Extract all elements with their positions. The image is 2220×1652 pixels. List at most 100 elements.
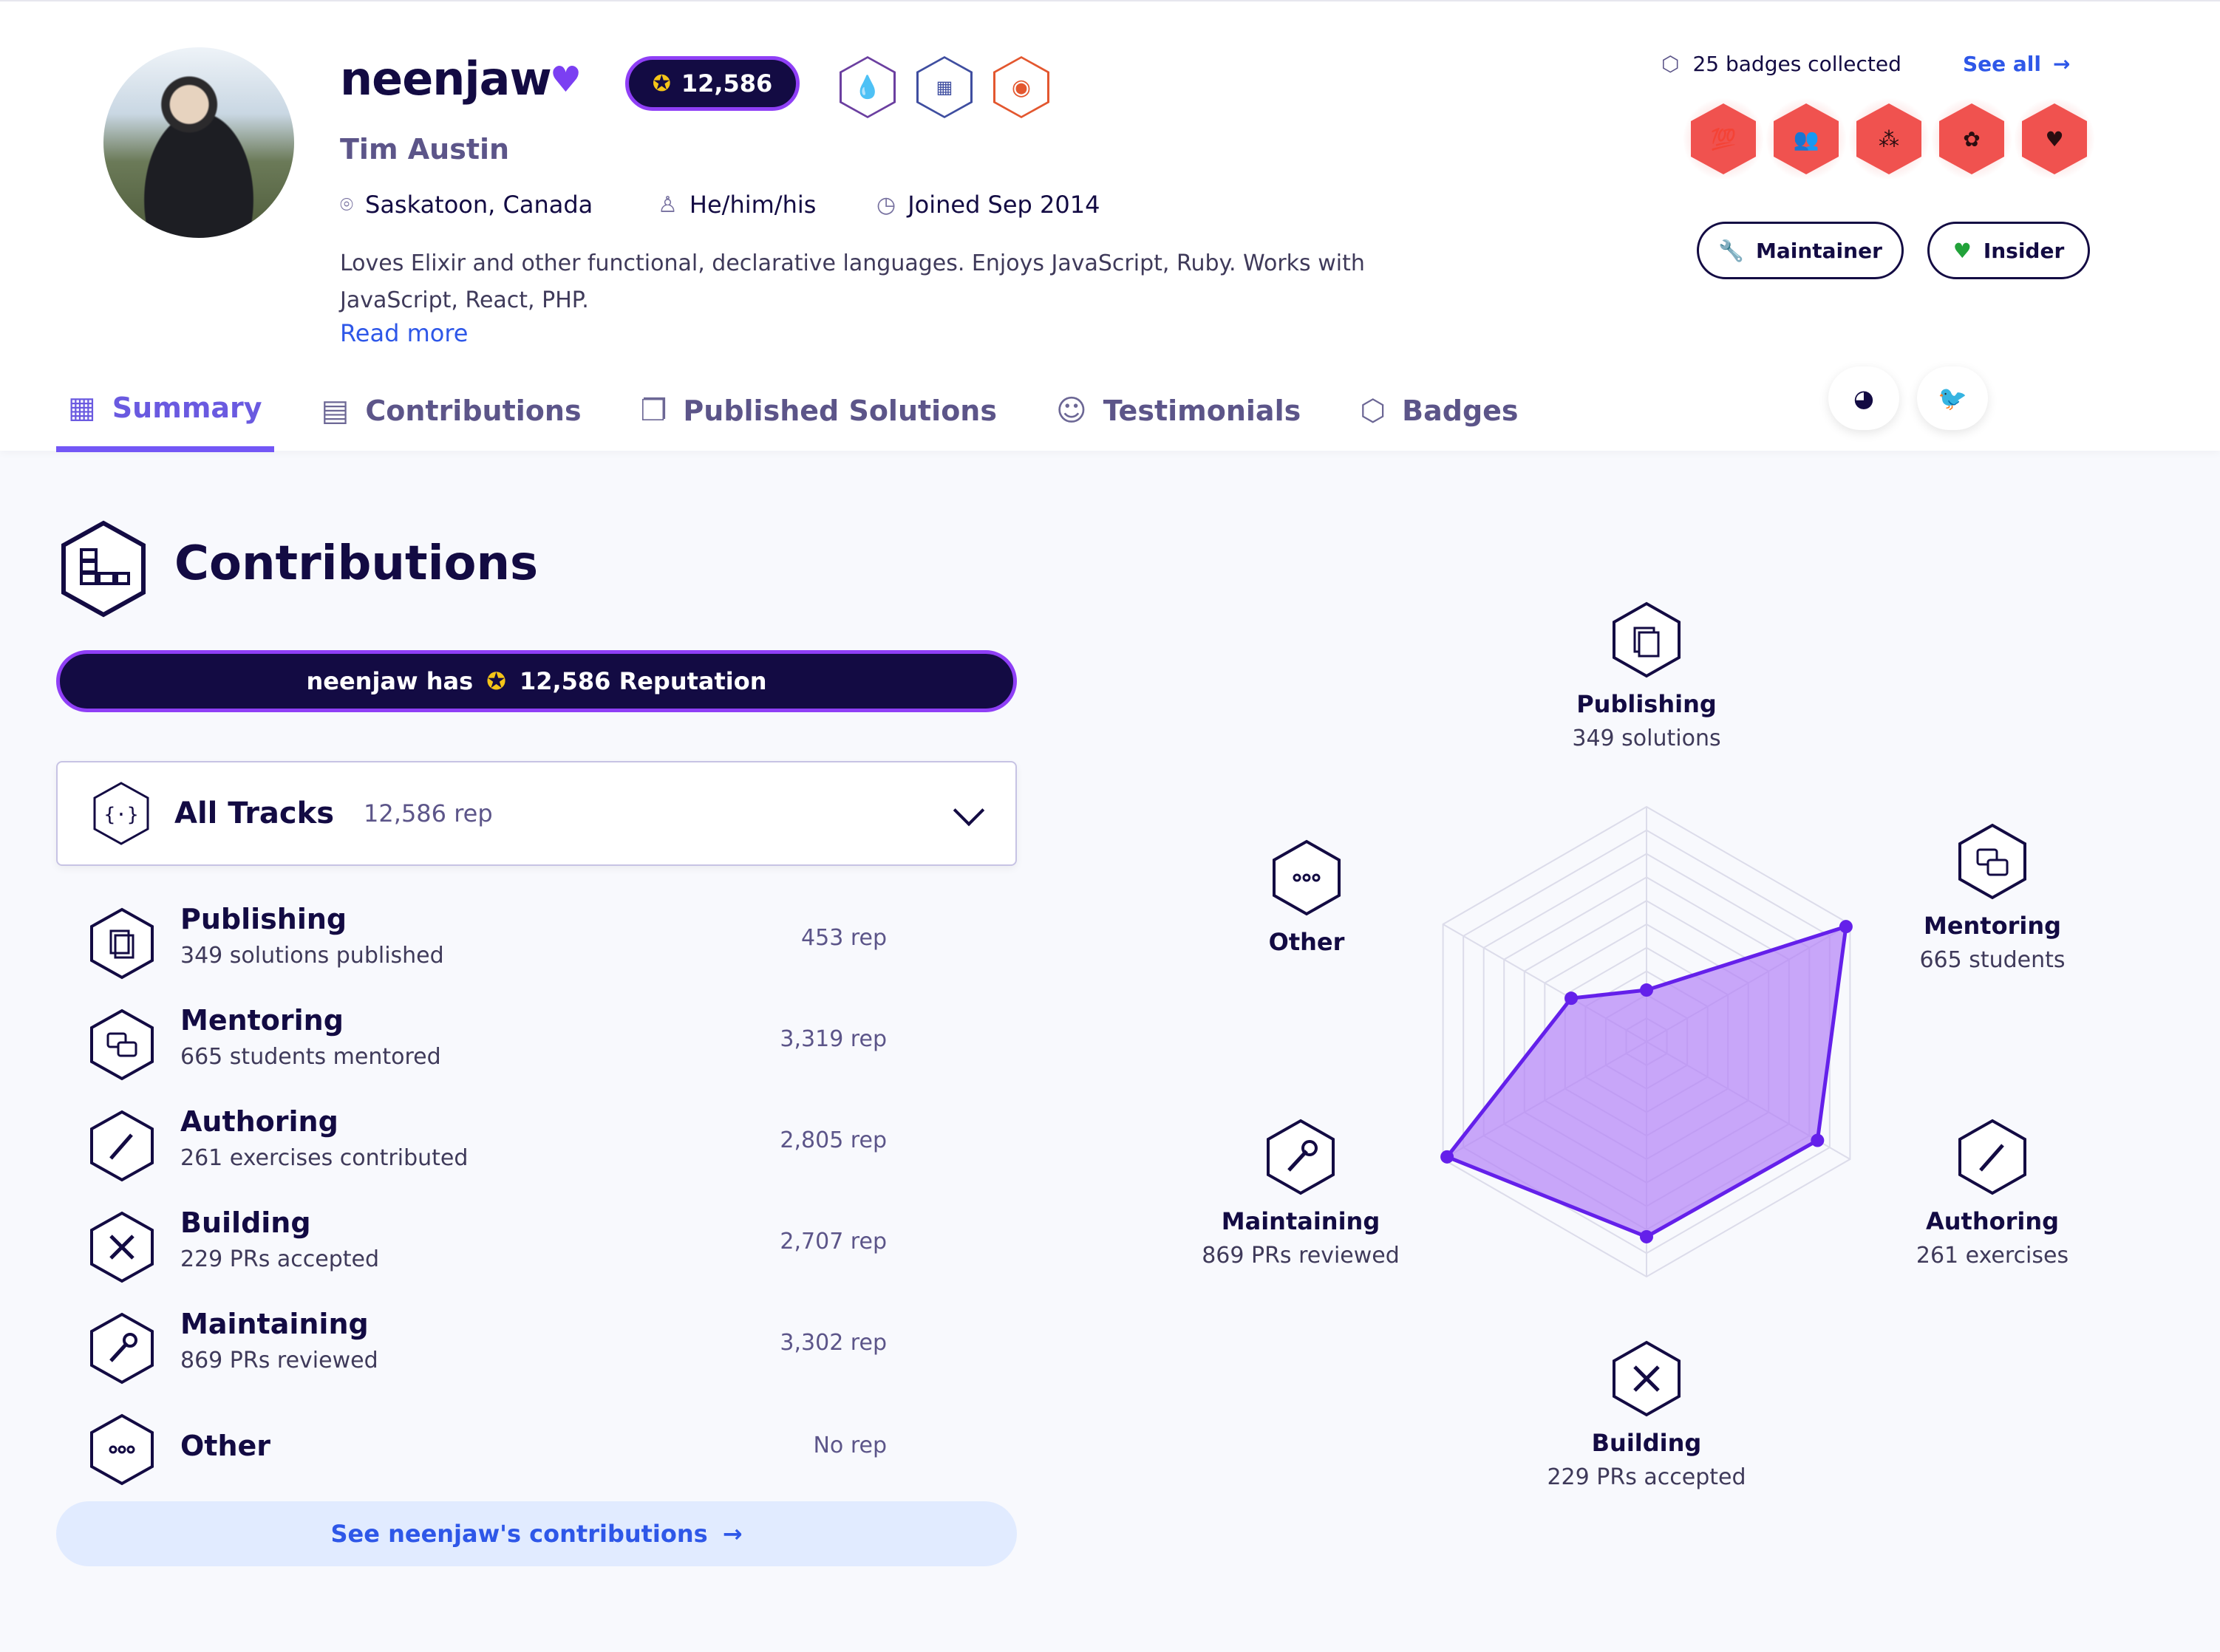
arrow-right-icon: → (722, 1520, 743, 1548)
tab-testimonials[interactable]: ☺ Testimonials (1044, 369, 1312, 452)
reputation-icon: ✪ (652, 70, 671, 97)
publishing-icon (1613, 601, 1681, 678)
contribution-subtitle: 261 exercises contributed (180, 1145, 469, 1171)
tab-published-solutions[interactable]: ❐ Published Solutions (629, 369, 1009, 452)
pronouns: ♙ He/him/his (658, 191, 816, 219)
maintainer-role-button[interactable]: 🔧 Maintainer (1697, 222, 1904, 279)
joined-date: ◷ Joined Sep 2014 (876, 191, 1100, 219)
tab-contributions[interactable]: ▤ Contributions (310, 369, 593, 452)
see-contributions-label: See neenjaw's contributions (330, 1520, 708, 1548)
contribution-subtitle: 869 PRs reviewed (180, 1348, 378, 1373)
tab-badges[interactable]: ⬡ Badges (1348, 369, 1530, 452)
wrench-icon (1267, 1119, 1335, 1195)
profile-tabs: ▦ Summary ▤ Contributions ❐ Published So… (56, 369, 1566, 452)
contribution-row: Mentoring 665 students mentored 3,319 re… (89, 1004, 887, 1085)
green-heart-icon: ♥ (1952, 238, 1972, 263)
tab-summary[interactable]: ▦ Summary (56, 369, 274, 452)
reputation-pill[interactable]: ✪ 12,586 (625, 56, 800, 111)
read-more-link[interactable]: Read more (340, 319, 468, 347)
hexagon-icon: ⬡ (1360, 394, 1386, 428)
see-contributions-button[interactable]: See neenjaw's contributions → (56, 1501, 1017, 1566)
dashboard-icon: ▦ (68, 391, 96, 425)
contribution-rep: 453 rep (801, 925, 887, 951)
clock-icon: ◷ (876, 191, 896, 218)
svg-text:{·}: {·} (104, 804, 139, 826)
wrench-icon: 🔧 (1718, 238, 1744, 263)
contributions-hex-icon (61, 520, 146, 618)
profile-header: neenjaw ♥ ✪ 12,586 💧 ▦ ◉ Tim Austin ⌾ Sa… (0, 0, 2220, 452)
person-icon: ♙ (658, 191, 678, 218)
insider-role-button[interactable]: ♥ Insider (1927, 222, 2090, 279)
elixir-drop-icon[interactable]: 💧 (840, 56, 896, 118)
contribution-row: Maintaining 869 PRs reviewed 3,302 rep (89, 1308, 887, 1389)
radar-axis-subtitle: 229 PRs accepted (1547, 1464, 1746, 1490)
contribution-radar: Publishing 349 solutions Mentoring 665 s… (1153, 576, 2114, 1537)
reputation-value: 12,586 (681, 69, 773, 98)
contribution-row: Building 229 PRs accepted 2,707 rep (89, 1206, 887, 1288)
contribution-subtitle: 229 PRs accepted (180, 1246, 380, 1272)
contribution-title: Maintaining (180, 1308, 369, 1340)
radar-label-authoring: Authoring 261 exercises (1867, 1119, 2118, 1269)
radar-axis-title: Publishing (1576, 690, 1717, 718)
documents-icon: ❐ (640, 394, 667, 428)
tab-badges-label: Badges (1402, 395, 1519, 427)
contribution-subtitle: 349 solutions published (180, 943, 444, 969)
contributions-title: Contributions (174, 536, 539, 591)
badges-count-text: 25 badges collected (1692, 52, 1901, 76)
contribution-title: Other (180, 1430, 271, 1462)
location: ⌾ Saskatoon, Canada (340, 191, 593, 219)
radar-axis-subtitle: 349 solutions (1572, 726, 1721, 751)
contribution-title: Authoring (180, 1105, 338, 1138)
owl-icon[interactable]: ◉ (993, 56, 1049, 118)
chevron-down-icon (953, 794, 985, 827)
mentoring-icon (90, 1008, 154, 1081)
reputation-banner: neenjaw has ✪ 12,586 Reputation (56, 650, 1017, 712)
github-icon[interactable]: ◕ (1828, 366, 1899, 430)
contribution-rep: 2,707 rep (780, 1229, 887, 1255)
radar-axis-subtitle: 261 exercises (1916, 1243, 2069, 1269)
tools-icon (1613, 1340, 1681, 1417)
track-name: All Tracks (174, 796, 335, 830)
contribution-title: Publishing (180, 903, 347, 935)
radar-label-building: Building 229 PRs accepted (1521, 1340, 1772, 1490)
contribution-subtitle: 665 students mentored (180, 1044, 441, 1070)
see-all-badges-link[interactable]: See all → (1963, 52, 2070, 76)
insider-heart-icon: ♥ (550, 59, 582, 100)
pronouns-text: He/him/his (689, 191, 817, 219)
radar-label-mentoring: Mentoring 665 students (1867, 823, 2118, 973)
tab-testimonials-label: Testimonials (1103, 395, 1301, 427)
radar-label-publishing: Publishing 349 solutions (1521, 601, 1772, 751)
location-text: Saskatoon, Canada (365, 191, 593, 219)
see-all-label: See all (1963, 52, 2041, 76)
track-rep: 12,586 rep (364, 799, 493, 827)
banner-rep: 12,586 Reputation (519, 667, 767, 695)
badges-count: ⬡ 25 badges collected (1661, 52, 1901, 76)
radar-point-maintaining (1440, 1150, 1454, 1164)
radar-label-maintaining: Maintaining 869 PRs reviewed (1175, 1119, 1426, 1269)
location-pin-icon: ⌾ (340, 191, 353, 218)
joined-text: Joined Sep 2014 (908, 191, 1100, 219)
radar-axis-subtitle: 869 PRs reviewed (1202, 1243, 1400, 1269)
elephant-icon[interactable]: ▦ (916, 56, 973, 118)
radar-axis-title: Other (1268, 928, 1345, 956)
contribution-row: Publishing 349 solutions published 453 r… (89, 903, 887, 984)
contribution-rep: 3,302 rep (780, 1330, 887, 1356)
twitter-icon[interactable]: 🐦 (1917, 366, 1988, 430)
wrench-icon (90, 1312, 154, 1385)
tab-summary-label: Summary (112, 392, 262, 424)
radar-axis-title: Building (1591, 1429, 1702, 1457)
radar-point-authoring (1811, 1133, 1825, 1147)
radar-axis-title: Maintaining (1221, 1207, 1380, 1235)
track-select[interactable]: {·} All Tracks 12,586 rep (56, 761, 1017, 866)
contribution-rep: 2,805 rep (780, 1127, 887, 1153)
pencil-icon (1958, 1119, 2026, 1195)
tab-published-solutions-label: Published Solutions (683, 395, 997, 427)
radar-axis-subtitle: 665 students (1919, 947, 2066, 973)
radar-axis-title: Mentoring (1923, 912, 2062, 940)
mentoring-icon (1958, 823, 2026, 900)
full-name: Tim Austin (340, 133, 510, 165)
banner-prefix: neenjaw has (306, 667, 474, 695)
radar-label-other: Other (1181, 839, 1432, 956)
building-blocks-icon: ▤ (321, 394, 350, 428)
tools-icon (90, 1211, 154, 1283)
